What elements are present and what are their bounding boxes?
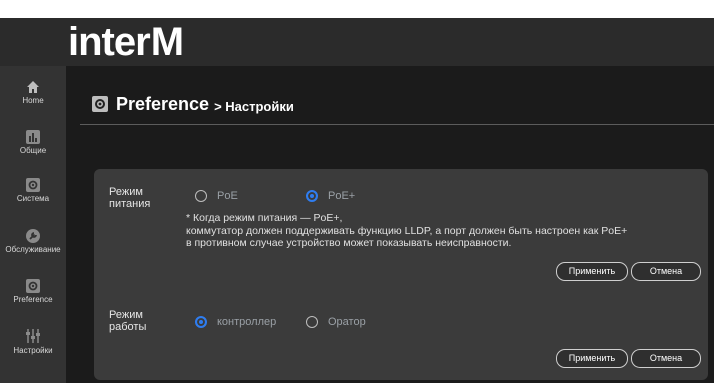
logo-text: inter: [68, 20, 151, 64]
work-mode-controller-radio[interactable]: контроллер: [195, 316, 276, 328]
note-line: * Когда режим питания — PoE+,: [186, 212, 343, 224]
intermlogo: inter M: [68, 20, 184, 64]
power-mode-poe-radio[interactable]: PoE: [195, 190, 238, 202]
work-mode-label-line1: Режим: [109, 309, 143, 321]
work-mode-speaker-radio[interactable]: Оратор: [306, 316, 366, 328]
radio-label: PoE+: [328, 190, 356, 202]
gear-icon: [26, 279, 40, 293]
sidebar-item-maintenance[interactable]: Обслуживание: [0, 229, 66, 254]
gear-icon: [26, 178, 40, 192]
work-cancel-button[interactable]: Отмена: [631, 349, 701, 368]
power-mode-poeplus-radio[interactable]: PoE+: [306, 190, 355, 202]
note-line: в противном случае устройство может пока…: [186, 237, 512, 249]
sidebar-item-preference[interactable]: Preference: [0, 279, 66, 304]
radio-label: Оратор: [328, 316, 366, 328]
sidebar-item-system[interactable]: Система: [0, 178, 66, 203]
gear-icon: [92, 96, 108, 112]
sidebar-item-label: Home: [22, 96, 44, 105]
power-mode-label: Режим питания: [109, 186, 150, 210]
wrench-icon: [26, 229, 40, 243]
sidebar-item-label: Система: [16, 194, 50, 203]
sidebar-item-label: Обслуживание: [5, 245, 61, 254]
sliders-icon: [26, 329, 40, 343]
work-mode-label-line2: работы: [109, 321, 147, 333]
radio-label: контроллер: [217, 316, 277, 328]
logo-mark: M: [150, 20, 184, 64]
radio-on-icon: [195, 316, 207, 328]
power-apply-button[interactable]: Применить: [556, 262, 628, 281]
power-mode-label-line1: Режим: [109, 186, 143, 198]
sidebar-item-settings[interactable]: Настройки: [0, 328, 66, 355]
radio-on-icon: [306, 190, 318, 202]
home-icon: [27, 81, 39, 93]
sidebar-item-home[interactable]: Home: [0, 80, 66, 105]
power-mode-note: * Когда режим питания — PoE+, коммутатор…: [186, 212, 627, 250]
power-mode-label-line2: питания: [109, 198, 151, 210]
page-title: Preference > Настройки: [92, 92, 294, 116]
work-mode-label: Режим работы: [109, 309, 146, 333]
radio-label: PoE: [217, 190, 238, 202]
title-divider: [80, 124, 714, 125]
chart-icon: [26, 130, 40, 144]
note-line: коммутатор должен поддерживать функцию L…: [186, 224, 628, 237]
page-title-main: Preference: [116, 93, 210, 114]
sidebar-item-label: Preference: [13, 295, 53, 304]
radio-off-icon: [306, 316, 318, 328]
work-apply-button[interactable]: Применить: [556, 349, 628, 368]
page-title-sub: > Настройки: [214, 98, 294, 114]
sidebar-item-label: Общие: [19, 146, 47, 155]
sidebar-item-label: Настройки: [13, 346, 53, 355]
sidebar-item-general[interactable]: Общие: [0, 130, 66, 155]
power-cancel-button[interactable]: Отмена: [631, 262, 701, 281]
radio-off-icon: [195, 190, 207, 202]
